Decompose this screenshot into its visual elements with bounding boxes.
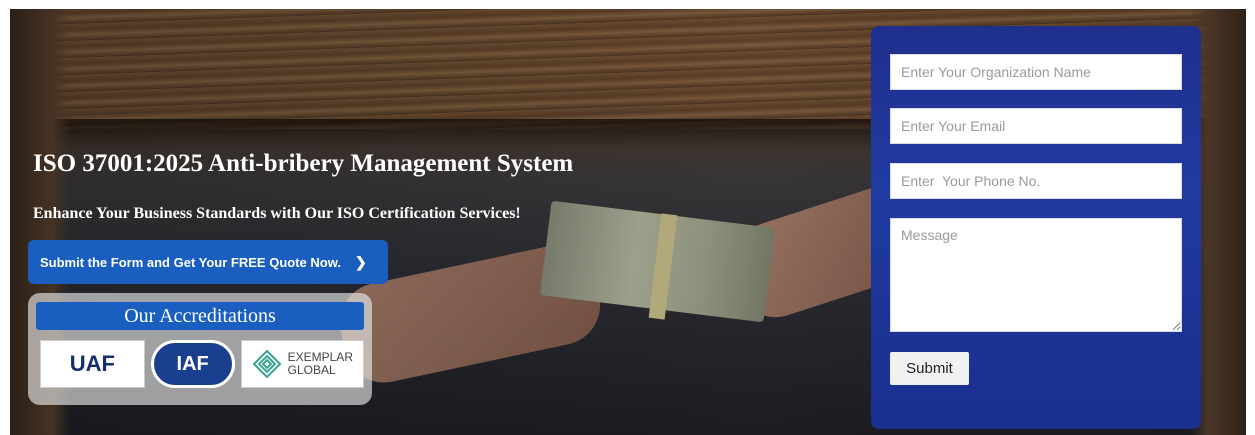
free-quote-button-label: Submit the Form and Get Your FREE Quote …: [40, 254, 341, 270]
free-quote-button[interactable]: Submit the Form and Get Your FREE Quote …: [28, 240, 388, 284]
iaf-logo-text: IAF: [176, 352, 209, 375]
exemplar-logo-line2: GLOBAL: [287, 363, 336, 377]
iaf-logo: IAF: [150, 340, 235, 388]
exemplar-logo-text: EXEMPLAR GLOBAL: [288, 351, 353, 377]
submit-button[interactable]: Submit: [890, 352, 969, 385]
accreditation-logos: UAF IAF EXEMPLAR GLOBAL: [36, 340, 364, 388]
exemplar-global-logo: EXEMPLAR GLOBAL: [240, 340, 364, 388]
uaf-logo: UAF: [40, 340, 145, 388]
organization-name-input[interactable]: [890, 54, 1182, 90]
accreditations-panel: Our Accreditations UAF IAF EXEMPLAR GLOB…: [28, 293, 372, 405]
quote-form: Submit: [871, 26, 1201, 429]
hero-title: ISO 37001:2025 Anti-bribery Management S…: [33, 150, 574, 177]
hero-subtitle: Enhance Your Business Standards with Our…: [33, 205, 521, 222]
phone-input[interactable]: [890, 163, 1182, 199]
message-textarea[interactable]: [890, 218, 1182, 332]
accreditations-title: Our Accreditations: [36, 302, 364, 330]
chevron-right-icon: ❯: [354, 253, 367, 270]
exemplar-diamond-icon: [252, 349, 282, 379]
uaf-logo-text: UAF: [69, 351, 115, 376]
email-input[interactable]: [890, 108, 1182, 144]
